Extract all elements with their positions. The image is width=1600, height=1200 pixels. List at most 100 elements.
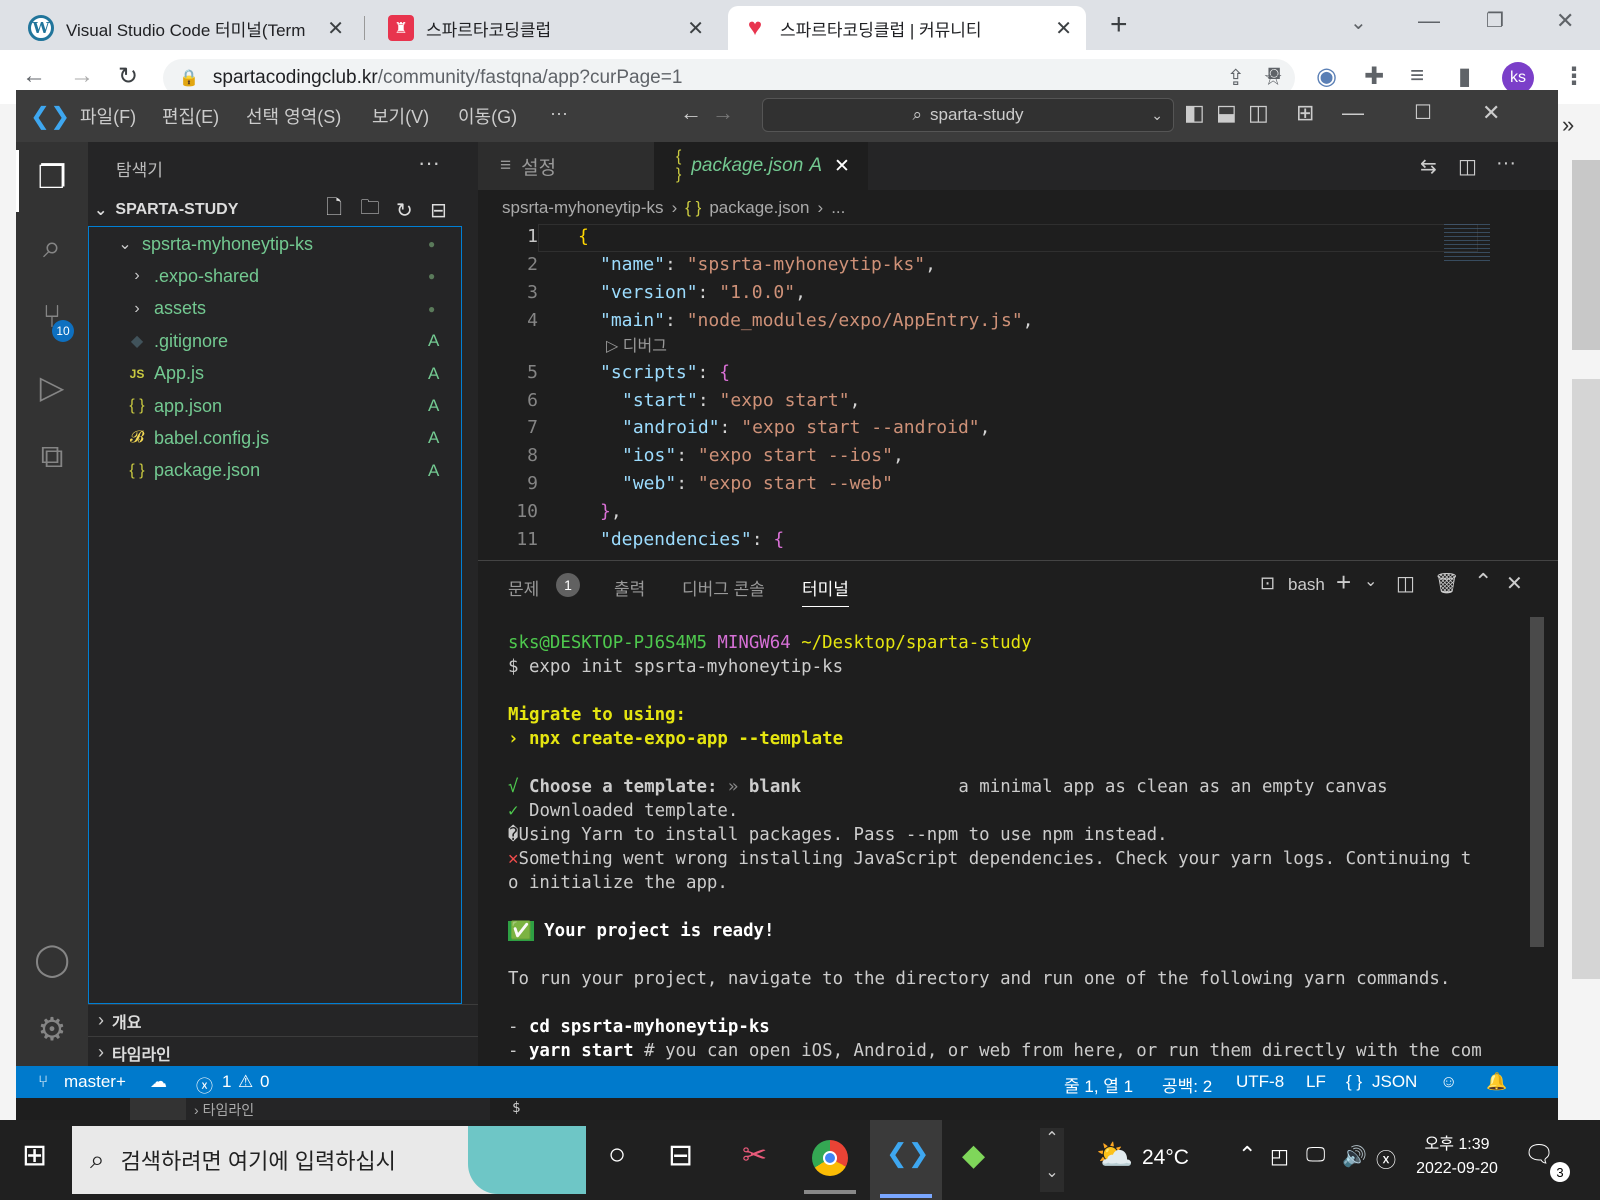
git-branch[interactable]: master+ — [64, 1072, 126, 1092]
more-actions-icon[interactable]: ··· — [418, 150, 440, 176]
more-actions-icon[interactable]: ··· — [1496, 152, 1516, 175]
search-icon[interactable]: ⌕ — [30, 228, 74, 272]
accounts-icon[interactable]: ◯ — [30, 940, 74, 984]
windows-start-icon[interactable]: ⊞ — [22, 1138, 47, 1173]
close-tab-icon[interactable]: ✕ — [687, 16, 704, 41]
share-icon[interactable]: ⇪ — [1227, 65, 1245, 91]
explorer-icon[interactable]: ❐ — [30, 158, 74, 202]
notifications-bell-icon[interactable]: 🔔 — [1486, 1072, 1507, 1092]
code-line[interactable]: "start": "expo start", — [622, 390, 860, 411]
split-editor-icon[interactable]: ◫ — [1458, 154, 1477, 179]
browser-tab-vscode-terminal[interactable]: W Visual Studio Code 터미널(Term ✕ — [14, 6, 358, 50]
code-line[interactable]: { — [578, 226, 589, 247]
indentation[interactable]: 공백: 2 — [1162, 1072, 1212, 1097]
code-line[interactable]: "scripts": { — [600, 362, 730, 383]
error-count[interactable]: 1 — [222, 1072, 231, 1092]
browser-tab-sparta-community[interactable]: ♥ 스파르타코딩클럽 | 커뮤니티 ✕ — [728, 6, 1086, 50]
notification-center-icon[interactable]: 🗨 — [1524, 1140, 1554, 1169]
chrome-menu-icon[interactable]: ⋮ — [1562, 62, 1586, 91]
breadcrumb-file[interactable]: package.json — [709, 198, 809, 218]
chevron-down-icon[interactable]: ⌄ — [1364, 571, 1377, 591]
page-scrollbar-thumb[interactable] — [1572, 160, 1600, 350]
tab-debug-console[interactable]: 디버그 콘솔 — [682, 575, 765, 600]
widgets-icon[interactable]: ⊟ — [668, 1138, 693, 1173]
vscode-taskbar-button[interactable]: ❮❯ — [870, 1120, 942, 1200]
extensions-puzzle-icon[interactable]: ✚ — [1364, 62, 1384, 91]
snipping-tool-icon[interactable]: ✂ — [742, 1138, 767, 1173]
menu-file[interactable]: 파일(F) — [80, 103, 136, 129]
toggle-secondary-sidebar-icon[interactable]: ◫ — [1248, 100, 1269, 126]
menu-edit[interactable]: 편집(E) — [162, 103, 219, 129]
shell-name[interactable]: bash — [1288, 575, 1325, 595]
tree-item[interactable]: › .expo-shared ● — [88, 260, 478, 292]
minimize-icon[interactable]: — — [1418, 8, 1440, 34]
bookmarks-overflow-icon[interactable]: » — [1562, 112, 1574, 138]
feedback-icon[interactable]: ☺ — [1440, 1072, 1457, 1092]
new-file-icon[interactable]: 🗋 — [326, 193, 342, 227]
side-panel-icon[interactable]: ▮ — [1458, 62, 1471, 91]
nav-forward-icon[interactable]: → — [712, 100, 734, 126]
code-line[interactable]: "android": "expo start --android", — [622, 417, 991, 438]
minimap[interactable] — [1444, 224, 1490, 264]
chevron-up-icon[interactable]: ⌃ — [1238, 1142, 1256, 1168]
breadcrumb-symbol[interactable]: ... — [831, 198, 845, 218]
menu-go[interactable]: 이동(G) — [458, 103, 517, 129]
tree-item[interactable]: ⌄ spsrta-myhoneytip-ks ● — [88, 228, 478, 260]
code-line[interactable]: "main": "node_modules/expo/AppEntry.js", — [600, 310, 1034, 331]
new-tab-icon[interactable]: + — [1110, 8, 1128, 42]
cursor-position[interactable]: 줄 1, 열 1 — [1064, 1072, 1133, 1097]
maximize-icon[interactable]: ☐ — [1414, 100, 1432, 125]
trash-icon[interactable]: 🗑 — [1434, 571, 1459, 596]
media-playlist-icon[interactable]: ≡ — [1410, 62, 1424, 90]
code-line[interactable]: }, — [600, 501, 622, 522]
forward-icon[interactable]: → — [70, 62, 94, 90]
toggle-panel-icon[interactable]: ⬓ — [1216, 100, 1237, 126]
language-mode[interactable]: JSON — [1372, 1072, 1417, 1092]
chrome-taskbar-button[interactable] — [796, 1126, 864, 1194]
tree-item[interactable]: › assets ● — [88, 293, 478, 325]
restore-icon[interactable]: ❐ — [1486, 8, 1504, 33]
tree-item[interactable]: { } app.json A — [88, 390, 478, 422]
close-tab-icon[interactable]: ✕ — [327, 16, 344, 41]
nav-back-icon[interactable]: ← — [680, 100, 702, 126]
taskbar-search-box[interactable]: ⌕ 검색하려면 여기에 입력하십시 — [72, 1126, 586, 1194]
network-icon[interactable]: 🖵 — [1306, 1144, 1325, 1167]
close-window-icon[interactable]: ✕ — [1556, 8, 1574, 34]
meet-now-icon[interactable]: ◰ — [1270, 1144, 1289, 1169]
timeline-section[interactable]: › 타임라인 — [88, 1036, 478, 1068]
weather-temp[interactable]: 24°C — [1142, 1146, 1189, 1170]
tree-item[interactable]: { } package.json A — [88, 455, 478, 487]
tree-item[interactable]: ◆ .gitignore A — [88, 325, 478, 357]
task-view-circle-icon[interactable]: ○ — [608, 1138, 626, 1172]
sync-cloud-icon[interactable]: ☁ — [150, 1072, 167, 1092]
outline-section[interactable]: › 개요 — [88, 1004, 478, 1036]
close-panel-icon[interactable]: ✕ — [1506, 571, 1523, 596]
code-line[interactable]: "ios": "expo start --ios", — [622, 445, 904, 466]
tab-terminal[interactable]: 터미널 — [802, 575, 849, 607]
taskbar-scroll[interactable]: ⌃ ⌄ — [1040, 1128, 1064, 1192]
refresh-icon[interactable]: ↻ — [396, 198, 413, 223]
clock[interactable]: 오후 1:39 2022-09-20 — [1412, 1130, 1502, 1178]
new-terminal-icon[interactable]: + — [1336, 567, 1351, 598]
volume-icon[interactable]: 🔊 — [1342, 1144, 1367, 1169]
breadcrumb-folder[interactable]: spsrta-myhoneytip-ks — [502, 198, 664, 218]
tab-problems[interactable]: 문제 — [508, 575, 539, 600]
tree-item[interactable]: JS App.js A — [88, 358, 478, 390]
codelens-debug[interactable]: ▷ 디버그 — [606, 332, 667, 356]
split-terminal-icon[interactable]: ◫ — [1396, 571, 1415, 596]
encoding[interactable]: UTF-8 — [1236, 1072, 1284, 1092]
code-line[interactable]: "dependencies": { — [600, 529, 784, 550]
maximize-panel-icon[interactable]: ⌃ — [1474, 569, 1492, 595]
command-center-search[interactable]: ⌕ sparta-study ⌄ — [762, 98, 1174, 132]
weather-cloud-sun-icon[interactable]: ⛅ — [1096, 1138, 1133, 1173]
manage-gear-icon[interactable]: ⚙ — [30, 1010, 74, 1054]
reload-icon[interactable]: ↻ — [118, 62, 138, 91]
code-line[interactable]: "version": "1.0.0", — [600, 282, 806, 303]
end-of-line[interactable]: LF — [1306, 1072, 1326, 1092]
extensions-icon[interactable]: ⧉ — [30, 438, 74, 482]
toggle-sidebar-icon[interactable]: ◧ — [1184, 100, 1205, 126]
code-line[interactable]: "web": "expo start --web" — [622, 473, 893, 494]
run-debug-icon[interactable]: ▷ — [30, 368, 74, 412]
browser-tab-sparta[interactable]: ♜ 스파르타코딩클럽 ✕ — [374, 6, 718, 50]
menu-selection[interactable]: 선택 영역(S) — [246, 103, 341, 129]
